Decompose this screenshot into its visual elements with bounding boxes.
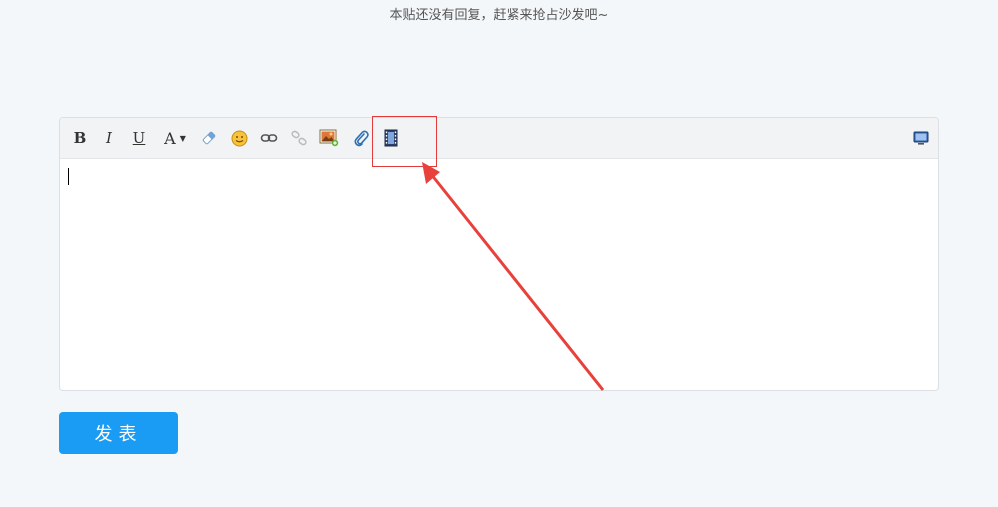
attachment-icon [354,130,369,147]
eraser-button[interactable] [198,128,220,148]
video-button-highlight-box [372,116,437,167]
remove-link-button[interactable] [288,128,310,148]
underline-button[interactable]: U [128,128,150,148]
bold-icon: B [73,129,87,147]
no-reply-message: 本贴还没有回复，赶紧来抢占沙发吧~ [389,8,609,23]
insert-image-button[interactable] [318,128,340,148]
font-color-button[interactable]: A ▼ [160,128,190,148]
unlink-icon [291,130,307,146]
image-icon [319,129,339,147]
submit-button[interactable]: 发表 [59,412,178,454]
italic-icon: I [106,129,112,147]
source-view-icon [913,131,929,145]
italic-button[interactable]: I [98,128,120,148]
eraser-icon [202,131,216,145]
text-cursor [68,168,69,185]
underline-icon: U [132,129,146,147]
emoji-button[interactable] [228,128,250,148]
chevron-down-icon: ▼ [179,133,186,143]
reply-editor: B I U A ▼ [59,117,939,391]
link-icon [260,134,278,142]
font-color-icon: A [164,128,176,148]
editor-toolbar: B I U A ▼ [60,118,938,159]
smiley-icon [231,130,247,146]
bold-button[interactable]: B [69,128,91,148]
insert-link-button[interactable] [258,128,280,148]
attach-file-button[interactable] [350,128,372,148]
editor-content-area[interactable] [60,159,938,390]
source-view-button[interactable] [910,128,932,148]
